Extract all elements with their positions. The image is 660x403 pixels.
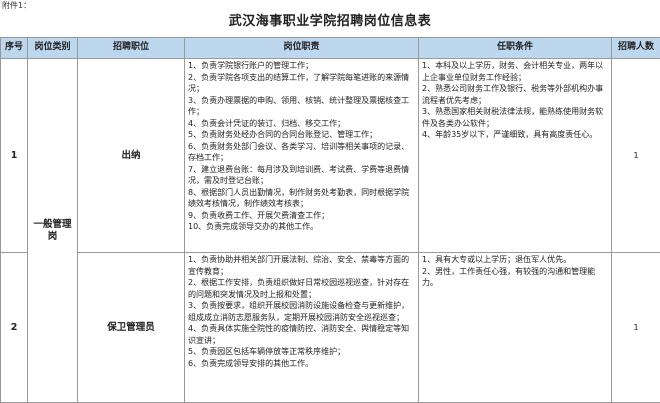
table-row: 1 一般管理岗 出纳 1、负责学院银行账户的管理工作； 2、负责学院各项支出的结… bbox=[0, 58, 660, 403]
requirement-item: 2、熟悉公司财务工作及银行、税务等外部机构办事流程者优先考虑； bbox=[422, 84, 604, 105]
row-position: 保卫管理员 bbox=[77, 252, 185, 403]
duty-item: 6、负责财务处部门会议、各类学习、培训等相关事项的记录、存档工作； bbox=[188, 141, 410, 163]
header-seq: 序号 bbox=[0, 37, 28, 59]
duty-item: 6、负责完成领导安排的其他工作。 bbox=[188, 358, 314, 368]
requirements-cell: 1、具有大专或以上学历；退伍军人优先。 2、男性，工作责任心强，有较强的沟通和管… bbox=[418, 252, 612, 403]
row-seq: 2 bbox=[0, 252, 28, 403]
row-seq: 1 bbox=[0, 58, 28, 253]
header-duties: 岗位职责 bbox=[184, 37, 419, 59]
duty-item: 2、负责学院各项支出的结算工作，了解学院每笔进账的来源情况； bbox=[188, 72, 410, 94]
page: 附件1： 武汉海事职业学院招聘岗位信息表 序号 岗位类别 招聘职位 岗位职责 任… bbox=[0, 0, 660, 403]
table-row: 2 保卫管理员 1、负责协助并相关部门开展法制、综治、安全、禁毒等方面的宣传教育… bbox=[0, 252, 660, 403]
duties-cell: 1、负责协助并相关部门开展法制、综治、安全、禁毒等方面的宣传教育； 2、根据工作… bbox=[184, 252, 419, 403]
requirement-item: 1、本科及以上学历，财务、会计相关专业，两年以上企事业单位财务工作经验； bbox=[422, 61, 604, 82]
table-header-row: 序号 岗位类别 招聘职位 岗位职责 任职条件 招聘人数 bbox=[0, 37, 660, 59]
requirement-item: 4、年龄35岁以下，严谨细致，具有高度责任心。 bbox=[422, 130, 598, 139]
duty-item: 7、建立退费台账：每月涉及到培训费、考试费、学费等退费情况，需及时登记台账； bbox=[188, 164, 410, 186]
duty-item: 9、负责收费工作、开展欠费清查工作； bbox=[188, 210, 330, 220]
row-position: 出纳 bbox=[77, 58, 185, 253]
duty-item: 2、根据工作安排，负责组织做好日常校园巡视巡查，针对存在的问题和突发情况及时上报… bbox=[188, 278, 410, 299]
header-count: 招聘人数 bbox=[611, 37, 660, 59]
requirements-cell: 1、本科及以上学历，财务、会计相关专业，两年以上企事业单位财务工作经验； 2、熟… bbox=[418, 58, 612, 253]
duty-item: 5、负责园区包括车辆停放等正常秩序维护； bbox=[188, 347, 346, 356]
header-requirements: 任职条件 bbox=[418, 37, 612, 59]
requirement-item: 2、男性，工作责任心强，有较强的沟通和管理能力。 bbox=[422, 266, 596, 288]
category-cell: 一般管理岗 bbox=[27, 58, 78, 403]
recruitment-table: 序号 岗位类别 招聘职位 岗位职责 任职条件 招聘人数 1 一般管理岗 出纳 1… bbox=[0, 37, 660, 403]
requirement-item: 3、熟悉国家相关财税法律法规，能熟练使用财务软件及各类办公软件； bbox=[422, 107, 604, 128]
row-count: 1 bbox=[611, 252, 660, 403]
header-category: 岗位类别 bbox=[27, 37, 78, 59]
duty-item: 5、负责财务处经办合同的合同台账登记、管理工作； bbox=[188, 130, 378, 139]
duty-item: 4、负责会计凭证的装订、归档、移交工作； bbox=[188, 118, 346, 128]
duty-item: 1、负责学院银行账户的管理工作； bbox=[188, 61, 314, 70]
duty-item: 10、负责完成领导交办的其他工作。 bbox=[188, 222, 319, 231]
requirement-item: 1、具有大专或以上学历；退伍军人优先。 bbox=[422, 255, 572, 264]
duty-item: 4、负责具体实施全院性的疫情防控、消防安全、舆情稳定等知识宣讲； bbox=[188, 324, 410, 345]
duty-item: 8、根据部门人员出勤情况，制作财务处考勤表，同时根据学院绩效考核情况，制作绩效考… bbox=[188, 187, 410, 209]
duties-cell: 1、负责学院银行账户的管理工作； 2、负责学院各项支出的结算工作，了解学院每笔进… bbox=[184, 58, 419, 253]
document-title: 武汉海事职业学院招聘岗位信息表 bbox=[228, 14, 432, 29]
duty-item: 3、负责办理票据的申购、领用、核销、统计整理及票据核查工作； bbox=[188, 95, 410, 117]
duty-item: 1、负责协助并相关部门开展法制、综治、安全、禁毒等方面的宣传教育； bbox=[188, 255, 410, 276]
duty-item: 3、负责按要求，组织开展校园消防设施设备检查与更新维护，组成成立消防志愿服务队，… bbox=[188, 301, 410, 322]
row-count: 1 bbox=[611, 58, 660, 253]
header-position: 招聘职位 bbox=[77, 37, 185, 59]
